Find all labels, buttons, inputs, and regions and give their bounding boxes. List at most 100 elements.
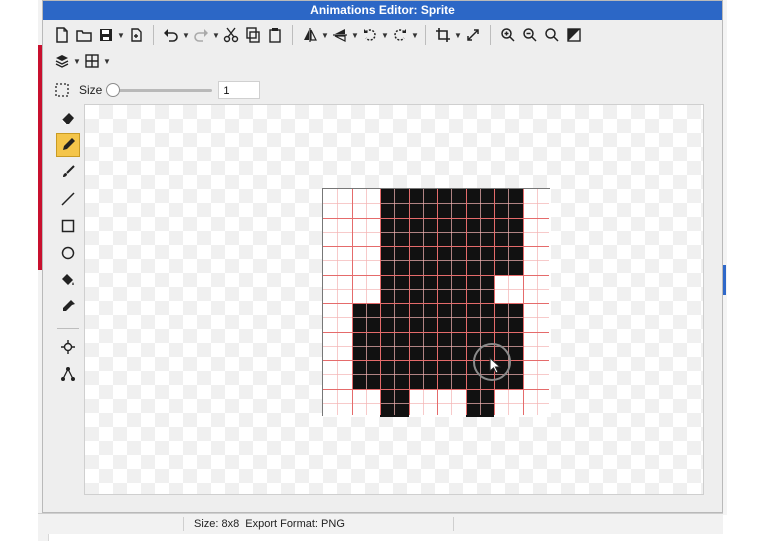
fill-bucket-icon <box>62 274 74 285</box>
size-slider-track <box>108 88 213 92</box>
grid-subline <box>422 189 424 415</box>
main-toolbar: ▼ ▼ ▼ ▼ ▼ ▼ ▼ ▼ <box>51 23 585 47</box>
cut-button[interactable] <box>220 24 242 46</box>
selection-icon <box>55 83 69 97</box>
copy-button[interactable] <box>242 24 264 46</box>
grid-line <box>437 189 438 415</box>
grid-subline <box>323 345 549 347</box>
open-folder-button[interactable] <box>73 24 95 46</box>
grid-subline <box>451 189 453 415</box>
grid-line <box>323 331 549 333</box>
fill-bucket-tool[interactable] <box>56 268 80 292</box>
pencil-icon <box>63 138 75 150</box>
rectangle-icon <box>61 219 75 233</box>
crop-button[interactable] <box>432 24 454 46</box>
grid-subline <box>536 189 538 415</box>
grid-line <box>408 189 410 415</box>
grid-subline <box>323 402 549 404</box>
flip-horizontal-icon <box>304 28 317 42</box>
paste-button[interactable] <box>264 24 286 46</box>
grid-subline <box>479 189 481 415</box>
grid-caret[interactable]: ▼ <box>103 50 111 72</box>
pivot-icon <box>61 340 75 354</box>
undo-dropdown-caret[interactable]: ▼ <box>182 24 190 46</box>
toolbar-divider <box>292 25 293 45</box>
sprite-pixel-grid[interactable] <box>322 188 551 417</box>
new-file-button[interactable] <box>51 24 73 46</box>
save-button[interactable] <box>95 24 117 46</box>
resize-button[interactable] <box>462 24 484 46</box>
pivot-tool[interactable] <box>56 335 80 359</box>
grid-subline <box>337 189 339 415</box>
tools-divider <box>57 328 79 329</box>
layers-icon <box>55 55 69 68</box>
flip-horizontal-caret[interactable]: ▼ <box>321 24 329 46</box>
eraser-tool[interactable] <box>56 106 80 130</box>
status-bar: Size: 8x8 Export Format: PNG <box>38 513 723 534</box>
zoom-in-button[interactable] <box>497 24 519 46</box>
undo-button[interactable] <box>160 24 182 46</box>
grid-subline <box>323 260 549 262</box>
flip-vertical-button[interactable] <box>329 24 351 46</box>
rotate-right-button[interactable] <box>389 24 411 46</box>
crop-caret[interactable]: ▼ <box>454 24 462 46</box>
eyedropper-tool[interactable] <box>56 295 80 319</box>
size-slider[interactable] <box>106 83 213 97</box>
toggle-background-button[interactable] <box>563 24 585 46</box>
grid-button[interactable] <box>81 50 103 72</box>
layers-caret[interactable]: ▼ <box>73 50 81 72</box>
grid-subline <box>394 189 396 415</box>
nodes-icon <box>61 367 75 381</box>
save-dropdown-caret[interactable]: ▼ <box>117 24 125 46</box>
circle-tool[interactable] <box>56 241 80 265</box>
flip-horizontal-button[interactable] <box>299 24 321 46</box>
rotate-left-button[interactable] <box>359 24 381 46</box>
grid-line <box>351 189 353 415</box>
new-file-icon <box>56 27 68 43</box>
rotate-left-caret[interactable]: ▼ <box>381 24 389 46</box>
grid-line <box>323 388 549 390</box>
undo-icon <box>164 29 178 42</box>
grid-subline <box>508 189 510 415</box>
toolbar-divider <box>490 25 491 45</box>
drawing-canvas[interactable] <box>84 104 704 495</box>
resize-icon <box>467 29 479 41</box>
size-label: Size <box>79 83 103 97</box>
eraser-icon <box>61 113 74 125</box>
rotate-right-icon <box>394 29 406 41</box>
grid-subline <box>323 203 549 205</box>
brush-tool[interactable] <box>56 160 80 184</box>
status-export-format: Export Format: PNG <box>245 518 345 530</box>
size-slider-thumb[interactable] <box>106 83 121 97</box>
grid-line <box>494 189 495 415</box>
copy-icon <box>246 27 260 43</box>
export-button[interactable] <box>125 24 147 46</box>
line-tool[interactable] <box>56 187 80 211</box>
flip-vertical-caret[interactable]: ▼ <box>351 24 359 46</box>
rotate-left-icon <box>364 29 376 41</box>
rotate-right-caret[interactable]: ▼ <box>411 24 419 46</box>
animations-editor-window: Animations Editor: Sprite ▼ ▼ ▼ ▼ ▼ ▼ ▼ … <box>42 0 723 513</box>
grid-line <box>323 217 549 219</box>
redo-button[interactable] <box>190 24 212 46</box>
nodes-tool[interactable] <box>56 362 80 386</box>
grid-line <box>323 303 549 304</box>
drawing-tools-panel <box>55 106 81 389</box>
size-input[interactable]: 1 <box>218 81 261 99</box>
zoom-fit-button[interactable] <box>541 24 563 46</box>
eyedropper-icon <box>63 300 75 311</box>
zoom-in-icon <box>501 28 515 42</box>
grid-line <box>323 360 549 361</box>
cut-icon <box>223 27 239 43</box>
status-divider <box>453 517 455 531</box>
selection-button[interactable] <box>51 79 73 101</box>
redo-dropdown-caret[interactable]: ▼ <box>212 24 220 46</box>
grid-subline <box>323 288 549 290</box>
zoom-out-button[interactable] <box>519 24 541 46</box>
layers-button[interactable] <box>51 50 73 72</box>
status-size: Size: 8x8 <box>194 518 240 530</box>
pencil-tool[interactable] <box>56 133 80 157</box>
rectangle-tool[interactable] <box>56 214 80 238</box>
grid-subline <box>323 374 549 376</box>
open-folder-icon <box>76 30 92 42</box>
